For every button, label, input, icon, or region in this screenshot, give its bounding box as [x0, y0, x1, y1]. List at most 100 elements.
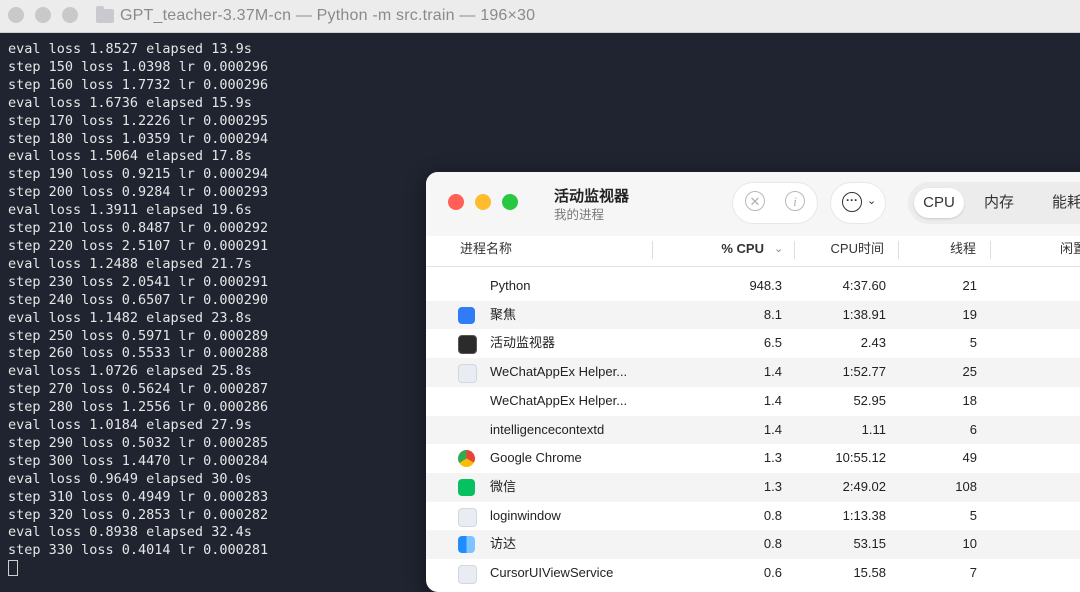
terminal-line: step 270 loss 0.5624 lr 0.000287: [8, 381, 269, 398]
process-name: intelligencecontextd: [490, 421, 605, 437]
more-actions-button[interactable]: ··· ⌄: [830, 182, 886, 224]
table-row[interactable]: intelligencecontextd 1.4 1.11 6: [426, 415, 1080, 445]
cpu-percent: 0.6: [763, 565, 782, 580]
cpu-time: 2.43: [860, 335, 886, 351]
column-header-cpu-time[interactable]: CPU时间: [798, 236, 884, 266]
thread-count: 5: [969, 335, 977, 351]
column-separator: [652, 241, 653, 259]
cpu-time: 53.15: [853, 536, 886, 552]
terminal-line: step 320 loss 0.2853 lr 0.000282: [8, 506, 269, 523]
thread-count: 5: [969, 507, 977, 523]
terminal-prompt-line[interactable]: [8, 560, 268, 578]
table-row[interactable]: Python 948.3 4:37.60 21: [426, 272, 1080, 301]
cpu-percent: 948.3: [749, 278, 782, 293]
table-row[interactable]: 访达 0.8 53.15 10: [426, 530, 1080, 559]
tab-energy[interactable]: 能耗: [1036, 188, 1080, 218]
terminal-title: GPT_teacher-3.37M-cn — Python -m src.tra…: [120, 7, 536, 24]
finder-icon: [458, 536, 475, 554]
terminal-line: eval loss 1.3911 elapsed 19.6s: [8, 202, 252, 219]
info-icon[interactable]: i: [785, 191, 805, 211]
table-row[interactable]: WeChatAppEx Helper... 1.4 1:52.77 25: [426, 358, 1080, 387]
column-separator: [898, 241, 899, 259]
thread-count: 21: [962, 278, 977, 293]
process-name: WeChatAppEx Helper...: [490, 392, 628, 408]
cpu-percent: 1.4: [763, 421, 782, 437]
table-row[interactable]: 活动监视器 6.5 2.43 5: [426, 329, 1080, 358]
cpu-percent: 1.4: [763, 392, 782, 408]
terminal-line: step 190 loss 0.9215 lr 0.000294: [8, 166, 269, 183]
table-row[interactable]: 聚焦 8.1 1:38.91 19: [426, 300, 1080, 330]
cpu-percent: 0.8: [763, 507, 782, 523]
terminal-line: step 330 loss 0.4014 lr 0.000281: [8, 542, 269, 559]
column-header-threads[interactable]: 线程: [902, 236, 976, 266]
terminal-line: step 280 loss 1.2556 lr 0.000286: [8, 399, 269, 416]
column-header-idle[interactable]: 闲置: [1060, 236, 1080, 266]
cpu-time: 1:52.77: [842, 364, 886, 380]
process-name: 活动监视器: [490, 335, 556, 351]
activity-monitor-toolbar: 活动监视器 我的进程 ✕ i ··· ⌄ CPU 内存 能耗: [426, 172, 1080, 236]
cpu-percent: 8.1: [763, 306, 782, 322]
cpu-time: 52.95: [853, 392, 886, 408]
stop-process-icon[interactable]: ✕: [745, 191, 765, 211]
terminal-title-group: GPT_teacher-3.37M-cn — Python -m src.tra…: [96, 0, 535, 32]
table-row[interactable]: WeChatAppEx Helper... 1.4 52.95 18: [426, 387, 1080, 416]
terminal-line: eval loss 0.8938 elapsed 32.4s: [8, 524, 252, 541]
wechat-icon: [458, 478, 475, 496]
cpu-time: 15.58: [853, 565, 886, 580]
thread-count: 18: [962, 392, 977, 408]
thread-count: 6: [969, 421, 977, 437]
table-header: 进程名称 % CPU ⌄ CPU时间 线程 闲置: [426, 236, 1080, 267]
folder-icon: [96, 6, 114, 23]
column-header-name[interactable]: 进程名称: [460, 236, 512, 266]
table-row[interactable]: CursorUIViewService 0.6 15.58 7: [426, 559, 1080, 588]
window-subtitle: 我的进程: [554, 208, 605, 222]
process-actions-group: ✕ i: [732, 182, 818, 224]
ellipsis-icon: ···: [842, 192, 862, 212]
cpu-time: 4:37.60: [842, 278, 886, 293]
activity-monitor-icon: [458, 335, 477, 355]
terminal-line: step 220 loss 2.5107 lr 0.000291: [8, 237, 269, 254]
cpu-percent: 1.3: [763, 478, 782, 494]
thread-count: 19: [962, 306, 977, 322]
zoom-button[interactable]: [62, 7, 78, 23]
table-row[interactable]: loginwindow 0.8 1:13.38 5: [426, 502, 1080, 531]
cpu-percent: 1.4: [763, 364, 782, 380]
terminal-line: step 290 loss 0.5032 lr 0.000285: [8, 434, 269, 451]
table-row[interactable]: Google Chrome 1.3 10:55.12 49: [426, 444, 1080, 473]
am-zoom-button[interactable]: [502, 194, 518, 210]
spotlight-icon: [458, 306, 475, 324]
cpu-time: 1:13.38: [842, 507, 886, 523]
terminal-line: step 260 loss 0.5533 lr 0.000288: [8, 345, 269, 362]
generic-app-icon: [458, 565, 477, 584]
close-button[interactable]: [8, 7, 24, 23]
terminal-line: step 310 loss 0.4949 lr 0.000283: [8, 488, 269, 505]
thread-count: 108: [955, 478, 977, 494]
terminal-line: step 160 loss 1.7732 lr 0.000296: [8, 76, 269, 93]
thread-count: 10: [962, 536, 977, 552]
cpu-percent: 6.5: [763, 335, 782, 351]
tab-memory[interactable]: 内存: [968, 188, 1030, 218]
terminal-line: eval loss 1.2488 elapsed 21.7s: [8, 255, 252, 272]
thread-count: 25: [962, 364, 977, 380]
column-header-cpu[interactable]: % CPU: [656, 236, 764, 266]
thread-count: 49: [962, 450, 977, 466]
process-name: WeChatAppEx Helper...: [490, 364, 628, 380]
terminal-line: step 180 loss 1.0359 lr 0.000294: [8, 130, 269, 147]
process-name: Google Chrome: [490, 450, 582, 466]
process-name: 微信: [490, 478, 517, 494]
cpu-time: 1.11: [861, 421, 886, 437]
chrome-icon: [458, 450, 475, 468]
cpu-percent: 1.3: [763, 450, 782, 466]
process-name: CursorUIViewService: [490, 565, 614, 580]
minimize-button[interactable]: [35, 7, 51, 23]
terminal-line: step 250 loss 0.5971 lr 0.000289: [8, 327, 269, 344]
cpu-percent: 0.8: [763, 536, 782, 552]
am-minimize-button[interactable]: [475, 194, 491, 210]
cpu-time: 2:49.02: [842, 478, 886, 494]
table-row[interactable]: 微信 1.3 2:49.02 108: [426, 472, 1080, 502]
terminal-line: eval loss 1.1482 elapsed 23.8s: [8, 309, 252, 326]
terminal-line: step 240 loss 0.6507 lr 0.000290: [8, 291, 269, 308]
cursor: [8, 560, 18, 577]
tab-cpu[interactable]: CPU: [914, 188, 964, 218]
am-close-button[interactable]: [448, 194, 464, 210]
